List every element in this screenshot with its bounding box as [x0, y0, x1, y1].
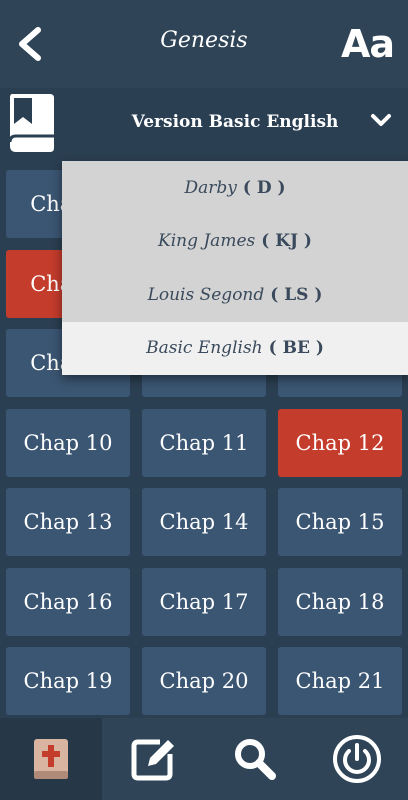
version-option-name: Louis Segond	[147, 284, 265, 305]
chevron-down-icon[interactable]	[370, 112, 392, 128]
chapter-tile[interactable]: Chap 10	[6, 408, 130, 477]
version-option-code: ( LS )	[270, 284, 323, 305]
top-app-bar: Genesis Aa	[0, 0, 408, 88]
edit-note-icon	[131, 739, 174, 781]
font-size-icon[interactable]: Aa	[341, 22, 395, 66]
version-option[interactable]: Basic English( BE )	[62, 321, 408, 375]
chapter-tile[interactable]: Chap 15	[278, 488, 402, 556]
chapter-tile[interactable]: Chap 12	[278, 408, 402, 477]
version-option[interactable]: Louis Segond( LS )	[62, 268, 408, 321]
chapter-tile[interactable]: Chap 14	[142, 488, 266, 556]
bible-icon	[34, 739, 68, 779]
chapter-tile[interactable]: Chap 19	[6, 647, 130, 715]
chapter-tile[interactable]: Chap 21	[278, 647, 402, 715]
version-option-name: Darby	[184, 177, 237, 198]
version-option-code: ( KJ )	[261, 231, 312, 251]
bottom-navigation	[0, 718, 408, 800]
version-label[interactable]: Version Basic English	[0, 112, 408, 132]
search-icon	[235, 739, 276, 780]
version-option-code: ( BE )	[268, 338, 324, 358]
nav-notes-button[interactable]	[102, 718, 204, 800]
power-icon	[333, 735, 381, 783]
chapter-tile[interactable]: Chap 20	[142, 647, 266, 715]
version-option-name: Basic English	[146, 338, 263, 358]
nav-search-button[interactable]	[204, 718, 306, 800]
version-option-name: King James	[158, 231, 256, 251]
version-option[interactable]: Darby( D )	[62, 161, 408, 214]
version-option[interactable]: King James( KJ )	[62, 215, 408, 268]
chapter-tile[interactable]: Chap 16	[6, 567, 130, 636]
chapter-tile[interactable]: Chap 18	[278, 567, 402, 636]
version-dropdown-menu: Darby( D ) King James( KJ ) Louis Segond( …	[62, 161, 408, 375]
chapter-tile[interactable]: Chap 11	[142, 408, 266, 477]
version-option-code: ( D )	[242, 177, 286, 198]
chapter-tile[interactable]: Chap 13	[6, 488, 130, 556]
nav-exit-button[interactable]	[306, 718, 408, 800]
chapter-tile[interactable]: Chap 17	[142, 567, 266, 636]
nav-bible-button[interactable]	[0, 718, 102, 800]
